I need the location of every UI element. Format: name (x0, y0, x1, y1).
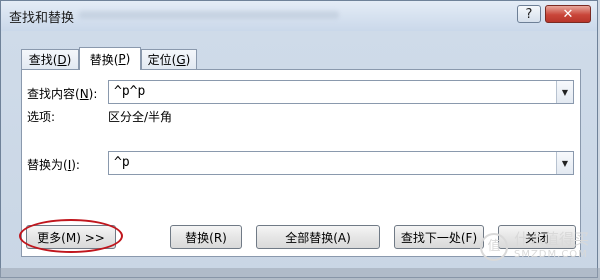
more-button[interactable]: 更多(M) >> (26, 225, 116, 249)
options-label: 选项: (27, 110, 56, 124)
watermark-subtext: SMZDM.COM (513, 249, 588, 260)
blurred-title-background (79, 11, 339, 19)
chevron-down-icon: ▼ (561, 158, 569, 168)
replace-panel: 查找内容(N): ^p^p ▼ 选项: 区分全/半角 替换为(I): ^p ▼ … (21, 69, 581, 257)
close-window-button[interactable]: ✕ (545, 5, 591, 23)
watermark-text: 什么值得买 (513, 230, 589, 248)
title-bar[interactable]: 查找和替换 ? ✕ (1, 1, 597, 31)
replace-all-button[interactable]: 全部替换(A) (256, 225, 380, 249)
background-strip (0, 268, 600, 280)
close-icon: ✕ (562, 6, 574, 22)
options-value: 区分全/半角 (108, 110, 173, 124)
replace-with-label: 替换为(I): (27, 158, 80, 172)
tab-goto[interactable]: 定位(G) (141, 49, 197, 69)
dialog-title: 查找和替换 (9, 11, 75, 26)
tab-replace[interactable]: 替换(P) (79, 47, 141, 70)
find-dropdown-button[interactable]: ▼ (556, 81, 573, 103)
chevron-down-icon: ▼ (561, 87, 569, 97)
find-replace-dialog: 查找和替换 ? ✕ 查找(D) 替换(P) 定位(G) 查找内容(N): ^p^… (0, 0, 598, 278)
watermark-logo-icon: 值 (479, 233, 508, 261)
replace-dropdown-button[interactable]: ▼ (556, 152, 573, 174)
help-icon: ? (525, 6, 533, 22)
find-next-button[interactable]: 查找下一处(F) (394, 225, 484, 249)
help-button[interactable]: ? (517, 5, 541, 23)
find-what-input[interactable]: ^p^p ▼ (108, 80, 574, 104)
find-what-value: ^p^p (114, 84, 146, 99)
replace-with-input[interactable]: ^p ▼ (108, 151, 574, 175)
tab-find[interactable]: 查找(D) (21, 49, 79, 69)
watermark: 值 什么值得买 SMZDM.COM (479, 230, 589, 263)
find-what-label: 查找内容(N): (27, 87, 98, 101)
replace-with-value: ^p (114, 155, 130, 170)
replace-button[interactable]: 替换(R) (170, 225, 242, 249)
